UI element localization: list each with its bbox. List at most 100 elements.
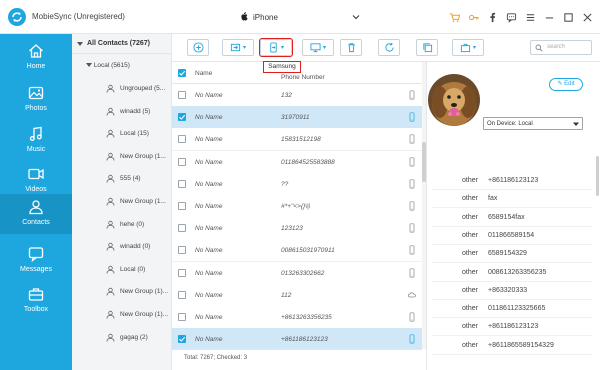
toolbox-icon: [28, 288, 44, 301]
group-item-label: New Group (1)...: [120, 311, 169, 318]
phone-icon: [409, 201, 415, 211]
group-person-icon: [106, 107, 115, 116]
group-person-icon: [106, 197, 115, 206]
group-item[interactable]: gagag (2): [106, 331, 172, 345]
contact-phone: ??: [281, 180, 289, 188]
phone-icon: [409, 179, 415, 189]
sidebar-item-label: Home: [26, 63, 46, 70]
column-header-name[interactable]: Name: [195, 70, 212, 77]
row-checkbox[interactable]: [178, 91, 186, 99]
group-item-label: gagag (2): [120, 333, 148, 341]
group-local-root[interactable]: Local (5615): [86, 62, 130, 69]
row-checkbox[interactable]: [178, 268, 186, 277]
contact-row[interactable]: No Name 15831512198: [172, 128, 422, 152]
row-checkbox[interactable]: [178, 335, 186, 344]
toolbox-dropdown-button[interactable]: ▾: [452, 39, 484, 56]
chat-icon[interactable]: [505, 11, 518, 24]
row-checkbox[interactable]: [178, 290, 186, 299]
group-person-icon: [106, 242, 115, 251]
briefcase-icon: [460, 43, 471, 53]
storage-location-dropdown[interactable]: On Device: Local: [483, 117, 583, 130]
menu-icon[interactable]: [524, 11, 537, 24]
detail-phone-entry: other fax: [432, 191, 592, 209]
contact-row[interactable]: No Name??: [172, 172, 422, 196]
duplicate-button[interactable]: [416, 39, 438, 56]
row-checkbox[interactable]: [178, 179, 186, 188]
sidebar-item-music[interactable]: Music: [0, 121, 72, 161]
group-item[interactable]: hehe (0): [106, 218, 172, 232]
cart-icon[interactable]: [448, 11, 461, 24]
row-checkbox[interactable]: [178, 313, 186, 321]
entry-type: other: [462, 268, 478, 276]
edit-contact-button[interactable]: ✎ Edit: [549, 78, 583, 91]
group-item[interactable]: New Group (1...: [106, 150, 172, 164]
contact-row[interactable]: No Name 011864525583888: [172, 150, 422, 174]
delete-button[interactable]: [340, 39, 362, 56]
contact-row[interactable]: No Name 132: [172, 84, 422, 107]
entry-type: other: [462, 286, 478, 294]
sidebar-item-contacts[interactable]: Contacts: [0, 194, 72, 234]
group-item[interactable]: Ungrouped (5...: [106, 82, 172, 96]
contact-row[interactable]: No Name 123123: [172, 217, 422, 241]
select-all-checkbox[interactable]: [178, 69, 186, 77]
edit-label: Edit: [564, 81, 575, 87]
contact-name: No Name: [195, 291, 223, 299]
export-device-popup[interactable]: Samsung: [263, 61, 301, 73]
contact-name: No Name: [195, 158, 223, 166]
detail-scrollbar[interactable]: [596, 156, 599, 196]
entry-type: other: [462, 177, 478, 184]
row-checkbox[interactable]: [178, 224, 186, 233]
facebook-icon[interactable]: [486, 11, 499, 24]
group-item[interactable]: winadd (5): [106, 105, 172, 119]
minimize-icon[interactable]: [543, 11, 556, 24]
column-header-phone[interactable]: Phone Number: [281, 74, 325, 81]
group-item[interactable]: New Group (1)...: [106, 285, 172, 299]
sidebar-item-photos[interactable]: Photos: [0, 80, 72, 120]
export-to-device-button[interactable]: ▾: [259, 38, 293, 57]
contact-row[interactable]: No Name +861186123123: [172, 328, 422, 352]
add-contact-button[interactable]: [187, 39, 209, 56]
entry-type: other: [462, 195, 478, 203]
group-item[interactable]: New Group (1)...: [106, 308, 172, 322]
contact-row[interactable]: No Name #*+"<>{}\|\: [172, 195, 422, 218]
contact-row[interactable]: No Name 112: [172, 283, 422, 307]
sidebar-item-label: Music: [26, 146, 46, 153]
refresh-button[interactable]: [378, 39, 400, 56]
row-checkbox[interactable]: [178, 135, 186, 144]
sidebar-item-messages[interactable]: Messages: [0, 241, 72, 281]
contact-row[interactable]: No Name 008615031970911: [172, 239, 422, 263]
group-item[interactable]: New Group (1...: [106, 195, 172, 209]
contact-name: No Name: [195, 92, 223, 99]
row-checkbox[interactable]: [178, 157, 186, 166]
contact-name: No Name: [195, 225, 223, 233]
group-item[interactable]: winadd (0): [106, 240, 172, 254]
contact-row[interactable]: No Name +8613263356235: [172, 306, 422, 329]
row-checkbox[interactable]: [178, 202, 186, 210]
group-item[interactable]: Local (0): [106, 263, 172, 277]
close-icon[interactable]: [581, 11, 594, 24]
maximize-icon[interactable]: [562, 11, 575, 24]
contact-phone: 15831512198: [281, 136, 321, 144]
device-selector[interactable]: iPhone: [210, 9, 365, 26]
group-person-icon: [106, 84, 115, 93]
sidebar-item-home[interactable]: Home: [0, 38, 72, 78]
all-contacts-header[interactable]: All Contacts (7267): [72, 34, 172, 54]
entry-value: +863320333: [488, 286, 528, 294]
group-person-icon: [106, 129, 115, 138]
key-icon[interactable]: [467, 11, 480, 24]
sidebar-item-toolbox[interactable]: Toolbox: [0, 281, 72, 321]
row-checkbox[interactable]: [178, 246, 186, 255]
import-button[interactable]: ▾: [222, 39, 254, 56]
contact-row[interactable]: No Name 013263302662: [172, 261, 422, 285]
row-checkbox[interactable]: [178, 113, 186, 122]
search-box[interactable]: search: [530, 40, 592, 55]
group-item[interactable]: Local (15): [106, 127, 172, 141]
group-person-icon: [106, 288, 115, 296]
phone-icon: [409, 312, 415, 322]
export-to-pc-button[interactable]: ▾: [302, 39, 334, 56]
contact-row[interactable]: No Name 31970911: [172, 106, 422, 130]
phone-icon: [409, 90, 415, 100]
group-item[interactable]: 555 (4): [106, 172, 172, 186]
sidebar-item-label: Toolbox: [23, 306, 49, 313]
device-name: iPhone: [253, 13, 278, 22]
